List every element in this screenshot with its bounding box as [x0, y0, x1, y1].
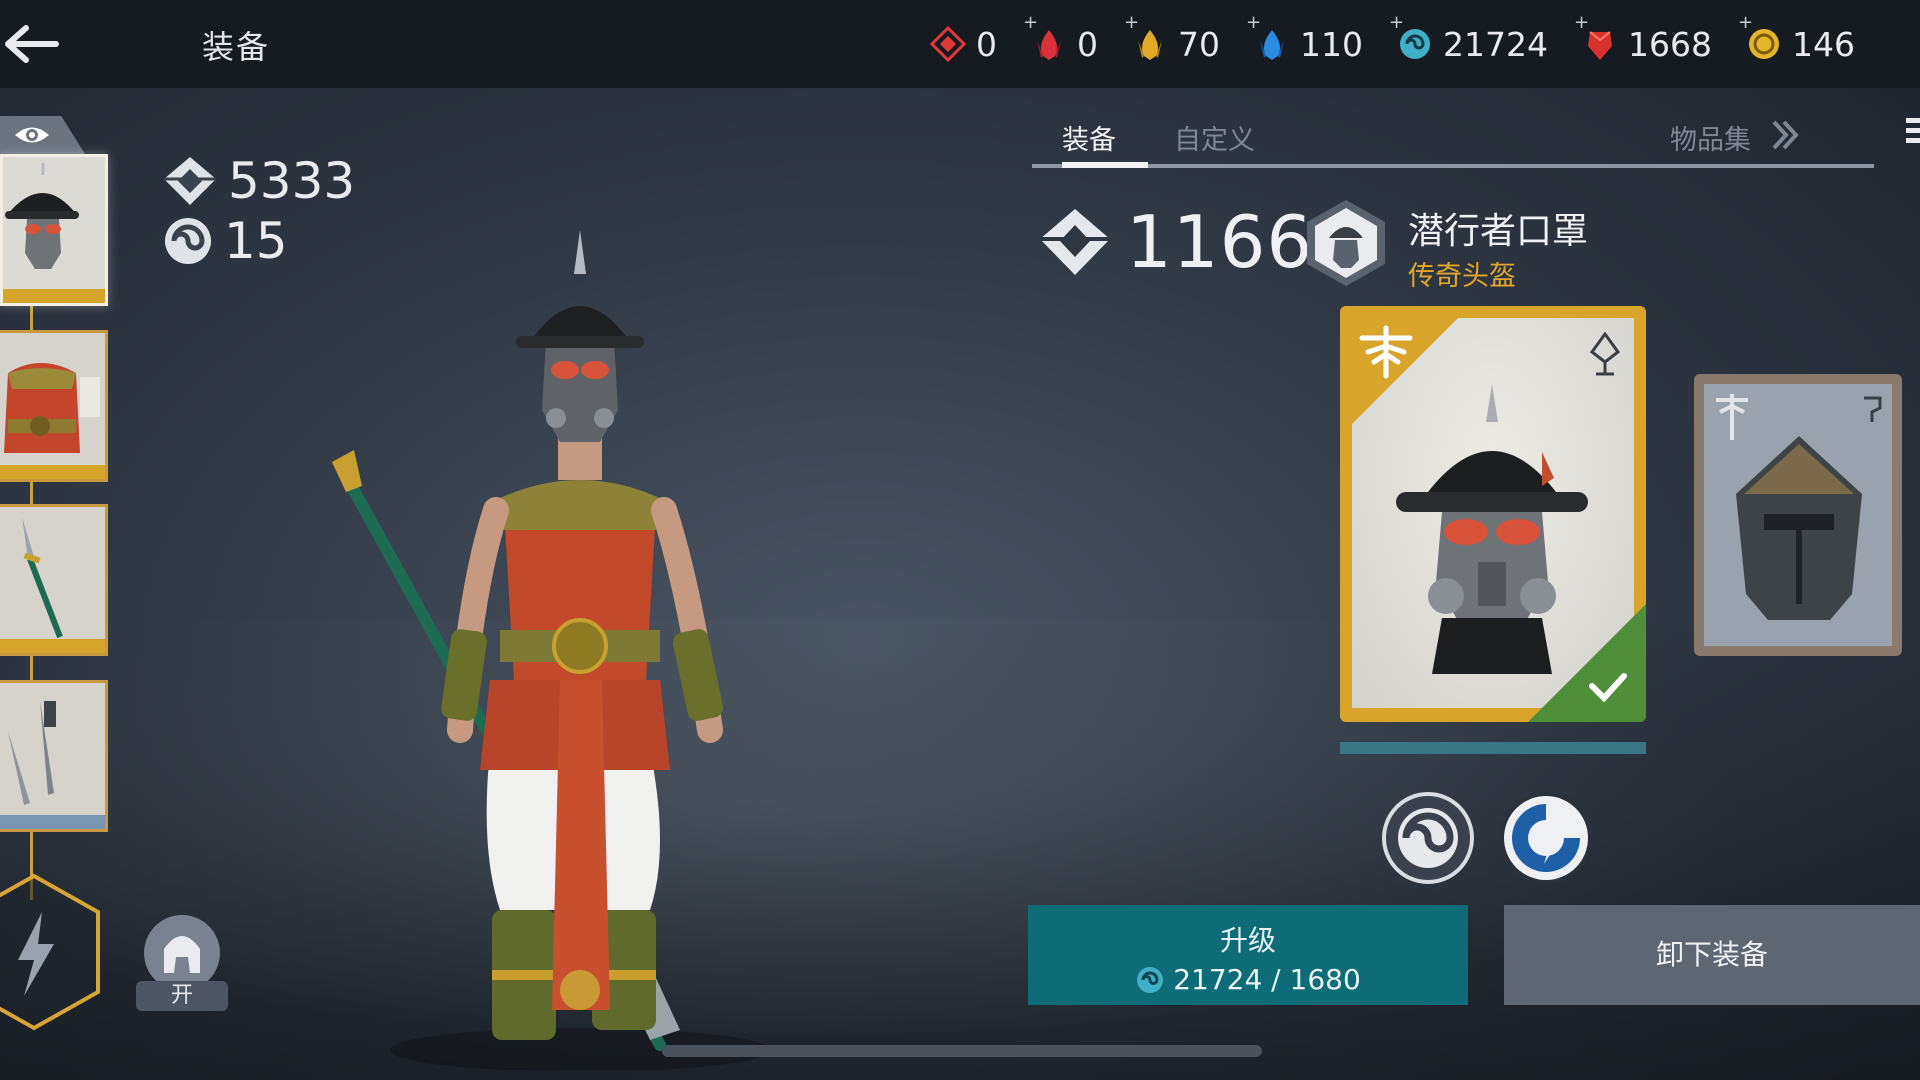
equipped-item-card[interactable]: [1340, 306, 1646, 722]
currency-gold-gem[interactable]: + 70: [1124, 0, 1220, 88]
currency-value: 1668: [1627, 24, 1712, 64]
swirl-upgrade-button[interactable]: [1380, 790, 1476, 886]
page-title: 装备: [202, 28, 271, 66]
currency-value: 110: [1300, 24, 1363, 64]
helmet-thumbnail-icon: [3, 157, 105, 295]
unequip-button[interactable]: 卸下装备: [1504, 905, 1920, 1005]
character-model: [332, 230, 770, 1070]
currency-swirl[interactable]: + 21724: [1389, 0, 1548, 88]
currency-blue-gem[interactable]: + 110: [1246, 0, 1363, 88]
upgrade-cost-value: 21724 / 1680: [1173, 963, 1361, 996]
plus-icon[interactable]: +: [1738, 12, 1753, 33]
tab-customize[interactable]: 自定义: [1174, 118, 1255, 157]
slot-helmet[interactable]: [0, 154, 108, 306]
daggers-thumbnail-icon: [0, 683, 105, 821]
plus-icon[interactable]: +: [1246, 12, 1261, 33]
item-progress-bar: [1340, 742, 1646, 754]
knight-helmet-icon: [1736, 436, 1862, 620]
upgrade-label: 升级: [1219, 924, 1276, 957]
upgrade-cost: 21724 / 1680: [1028, 963, 1468, 996]
currency-red-gem[interactable]: + 0: [1023, 0, 1098, 88]
helmet-slot-icon: [1864, 396, 1882, 422]
item-rarity-type: 传奇头盔: [1408, 261, 1516, 292]
currency-red-diamond[interactable]: 0: [930, 0, 997, 88]
armor-thumbnail-icon: [0, 333, 105, 471]
top-bar: 装备 0 + 0 + 70 + 110 + 21724 + 1668 + 146: [0, 0, 1920, 88]
currency-value: 70: [1178, 24, 1220, 64]
slot-ranged[interactable]: [0, 680, 108, 832]
toggle-circle: [144, 915, 220, 991]
item-name: 潜行者口罩: [1408, 211, 1589, 252]
rarity-bar: [0, 639, 105, 653]
plus-icon[interactable]: +: [1574, 12, 1589, 33]
visibility-tab[interactable]: [0, 116, 85, 154]
gasmask-badge-icon: [1307, 200, 1385, 286]
check-icon: [1589, 673, 1627, 702]
currency-ruby[interactable]: + 1668: [1574, 0, 1712, 88]
rarity-bar: [0, 815, 105, 829]
item-power: 1166: [1038, 200, 1313, 284]
slot-armor[interactable]: [0, 330, 108, 482]
item-power-value: 1166: [1126, 200, 1314, 284]
slot-weapon[interactable]: [0, 504, 108, 656]
power-diamond-icon: [164, 157, 216, 205]
legendary-rank-icon: [1359, 325, 1413, 379]
helmet-slot-icon: [1589, 332, 1621, 376]
power-stat: 5333: [162, 152, 355, 210]
plus-icon[interactable]: +: [1124, 12, 1139, 33]
menu-icon[interactable]: [1906, 116, 1920, 146]
currency-bar: 0 + 0 + 70 + 110 + 21724 + 1668 + 146: [930, 0, 1855, 88]
alternate-item-card[interactable]: [1694, 374, 1902, 656]
tab-collection[interactable]: 物品集: [1670, 118, 1751, 157]
rarity-bar: [3, 289, 105, 303]
swirl-currency-icon: [1137, 966, 1164, 993]
level-stat: 15: [162, 212, 288, 270]
swirl-level-icon: [165, 218, 211, 264]
plus-icon[interactable]: +: [1023, 12, 1038, 33]
home-indicator[interactable]: [662, 1045, 1262, 1057]
double-chevron-right-icon[interactable]: [1768, 118, 1802, 152]
lightning-ability-button[interactable]: [0, 872, 104, 1032]
power-value: 5333: [228, 152, 356, 210]
helmet-toggle-label: 开: [136, 981, 228, 1011]
currency-value: 0: [1077, 24, 1098, 64]
tab-divider: [1032, 164, 1874, 168]
currency-gold-coin[interactable]: + 146: [1738, 0, 1855, 88]
helmet-icon: [164, 936, 200, 973]
lightning-perk-button[interactable]: [1498, 790, 1594, 886]
eye-icon: [15, 127, 49, 143]
red-diamond-icon: [930, 26, 966, 62]
upgrade-button[interactable]: 升级 21724 / 1680: [1028, 905, 1468, 1005]
currency-value: 21724: [1443, 24, 1548, 64]
helmet-visibility-toggle[interactable]: 开: [136, 915, 228, 1015]
currency-value: 146: [1791, 24, 1855, 64]
back-arrow-icon[interactable]: [0, 20, 62, 68]
active-tab-indicator: [1062, 162, 1148, 168]
level-value: 15: [224, 212, 288, 270]
plus-icon[interactable]: +: [1389, 12, 1404, 33]
power-diamond-icon: [1040, 209, 1110, 275]
gasmask-helmet-icon: [1396, 384, 1588, 674]
tab-bar: 装备 自定义 物品集: [1032, 108, 1874, 168]
currency-value: 0: [976, 24, 997, 64]
rarity-bar: [0, 465, 105, 479]
tab-equip[interactable]: 装备: [1062, 118, 1116, 157]
spear-thumbnail-icon: [0, 507, 105, 645]
